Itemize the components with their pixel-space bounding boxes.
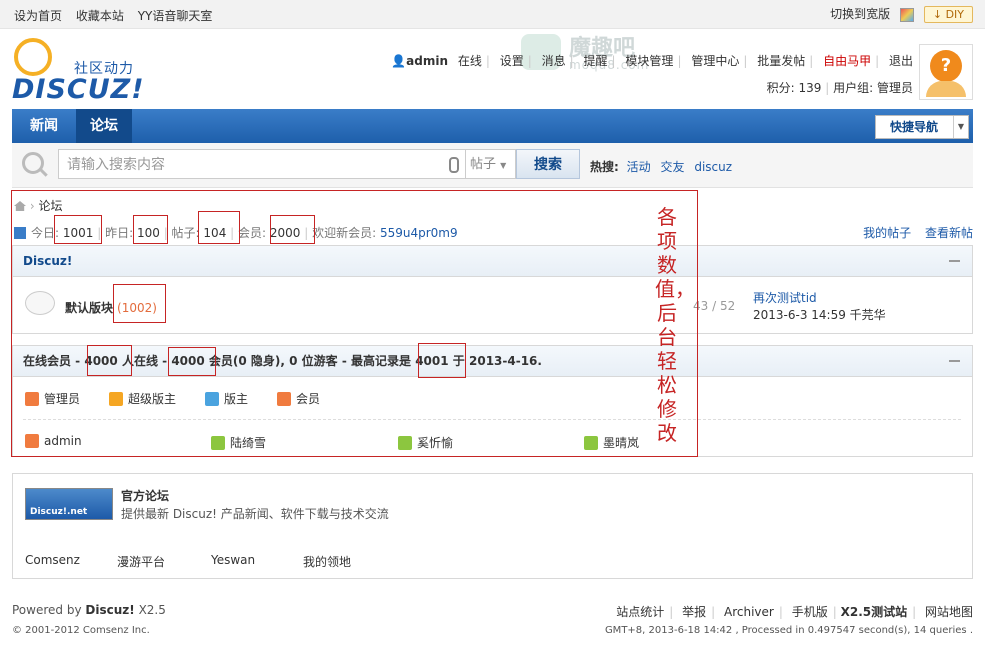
switch-width-link[interactable]: 切换到宽版 (830, 7, 890, 21)
messages-link[interactable]: 消息 (542, 54, 566, 68)
footer-link-sitemap[interactable]: 网站地图 (925, 605, 973, 619)
top-links: 设为首页 收藏本站 YY语音聊天室 (14, 7, 222, 24)
discuz-net-logo-text: Discuz!.net (30, 507, 88, 517)
official-forum-title[interactable]: 官方论坛 (121, 487, 169, 504)
diy-button[interactable]: ↓ DIY (923, 6, 973, 23)
admin-center-link[interactable]: 管理中心 (691, 54, 739, 68)
nav-tab-forum[interactable]: 论坛 (76, 109, 132, 143)
collapse-icon[interactable] (949, 360, 960, 362)
avatar[interactable]: ? (919, 44, 973, 100)
avatar-body (926, 81, 966, 97)
credits-link[interactable]: 积分: 139 (767, 81, 822, 95)
discuz-net-logo[interactable]: Discuz!.net (25, 488, 113, 520)
new-posts-link[interactable]: 查看新帖 (925, 226, 973, 240)
logout-link[interactable]: 退出 (889, 54, 913, 68)
logo-text: DISCUZ! (12, 74, 145, 105)
powered-by-label: Powered by (12, 603, 82, 617)
official-forum-desc: 提供最新 Discuz! 产品新闻、软件下载与技术交流 (121, 507, 389, 521)
skin-icon[interactable] (900, 7, 915, 22)
hot-term-activity[interactable]: 活动 (627, 160, 651, 174)
batch-post-link[interactable]: 批量发帖 (757, 54, 805, 68)
search-input[interactable]: 请输入搜索内容 (58, 149, 466, 179)
yy-chat-link[interactable]: YY语音聊天室 (138, 9, 213, 23)
top-right: 切换到宽版 ↓ DIY (830, 5, 973, 23)
my-posts-link[interactable]: 我的帖子 (863, 226, 911, 240)
hot-search-label: 热搜: (590, 160, 619, 174)
highlight-box (54, 215, 102, 244)
highlight-box (270, 215, 315, 244)
quick-nav-label: 快捷导航 (890, 120, 939, 134)
highlight-box (113, 284, 166, 323)
footer-link-report[interactable]: 举报 (682, 605, 706, 619)
avatar-icon: ? (930, 50, 962, 82)
link-manyou[interactable]: 漫游平台 (117, 553, 165, 570)
microphone-icon[interactable] (449, 157, 459, 173)
chevron-down-icon: ▼ (500, 161, 507, 170)
forum-last-post: 再次测试tid 2013-6-3 14:59 千芫华 (753, 290, 886, 324)
notices-link[interactable]: 提醒 (584, 54, 608, 68)
lightbulb-icon (14, 38, 52, 76)
chevron-down-icon: ▼ (953, 116, 968, 138)
annotation-text: 各项数值，后台轻松修改 (655, 205, 695, 445)
friend-links: Discuz!.net 官方论坛 提供最新 Discuz! 产品新闻、软件下载与… (12, 473, 973, 579)
footer-links: 站点统计 | 举报 | Archiver | 手机版 | X2.5测试站 | 网站地图 (616, 605, 973, 619)
collapse-icon[interactable] (949, 260, 960, 262)
user-group-link[interactable]: 用户组: 管理员 (833, 81, 913, 95)
my-links: 我的帖子 查看新帖 (853, 224, 973, 241)
footer-link-mobile[interactable]: 手机版 (792, 605, 828, 619)
credits-bar: 积分: 139 | 用户组: 管理员 (766, 81, 913, 95)
top-bar: 设为首页 收藏本站 YY语音聊天室 切换到宽版 ↓ DIY (0, 0, 985, 29)
footer-info: GMT+8, 2013-6-18 14:42 , Processed in 0.… (604, 625, 973, 636)
forum-post-counts: 43 / 52 (693, 299, 736, 313)
online-status: 在线 (457, 54, 482, 68)
free-vest-link[interactable]: 自由马甲 (823, 54, 871, 68)
link-my-domain[interactable]: 我的领地 (303, 553, 351, 570)
footer-link-site[interactable]: X2.5测试站 (841, 605, 908, 619)
link-yeswan[interactable]: Yeswan (211, 553, 255, 567)
highlight-box (133, 215, 168, 244)
footer-link-stats[interactable]: 站点统计 (616, 605, 664, 619)
footer-powered: Powered by Discuz! X2.5 (12, 603, 166, 617)
module-manage-link[interactable]: 模块管理 (625, 54, 673, 68)
hot-search: 热搜: 活动 交友 discuz (590, 158, 738, 175)
search-button[interactable]: 搜索 (516, 149, 580, 179)
highlight-box (87, 345, 132, 376)
last-post-title[interactable]: 再次测试tid (753, 291, 817, 305)
highlight-box (418, 343, 466, 378)
hot-term-friends[interactable]: 交友 (660, 160, 684, 174)
highlight-box (168, 347, 216, 376)
annotation-frame (11, 190, 698, 457)
set-homepage-link[interactable]: 设为首页 (14, 9, 62, 23)
bookmark-link[interactable]: 收藏本站 (76, 9, 124, 23)
footer-copyright: © 2001-2012 Comsenz Inc. (12, 625, 150, 636)
highlight-box (198, 211, 240, 244)
link-comsenz[interactable]: Comsenz (25, 553, 80, 567)
footer-brand[interactable]: Discuz! (85, 603, 134, 617)
settings-link[interactable]: 设置 (500, 54, 524, 68)
search-bar: 请输入搜索内容 帖子 ▼ 搜索 热搜: 活动 交友 discuz (12, 143, 973, 188)
footer-version: X2.5 (138, 603, 166, 617)
search-type-value: 帖子 (470, 157, 497, 172)
last-post-time: 2013-6-3 14:59 千芫华 (753, 308, 886, 322)
main-nav: 新闻 论坛 (12, 109, 973, 143)
hot-term-discuz[interactable]: discuz (694, 160, 732, 174)
user-bar: 👤admin 在线 | 设置 | 消息 | 提醒 | 模块管理 | 管理中心 | 批量发帖 |… (391, 54, 913, 68)
search-icon (22, 152, 44, 174)
footer-link-archiver[interactable]: Archiver (724, 605, 774, 619)
search-type-select[interactable]: 帖子 ▼ (466, 149, 516, 179)
site-logo[interactable]: 社区动力 DISCUZ! (12, 38, 152, 105)
quick-nav-button[interactable]: 快捷导航 ▼ (875, 115, 969, 139)
diy-label: DIY (945, 8, 964, 21)
nav-tab-news[interactable]: 新闻 (16, 109, 72, 143)
username[interactable]: admin (406, 54, 448, 68)
user-icon: 👤 (391, 54, 407, 68)
